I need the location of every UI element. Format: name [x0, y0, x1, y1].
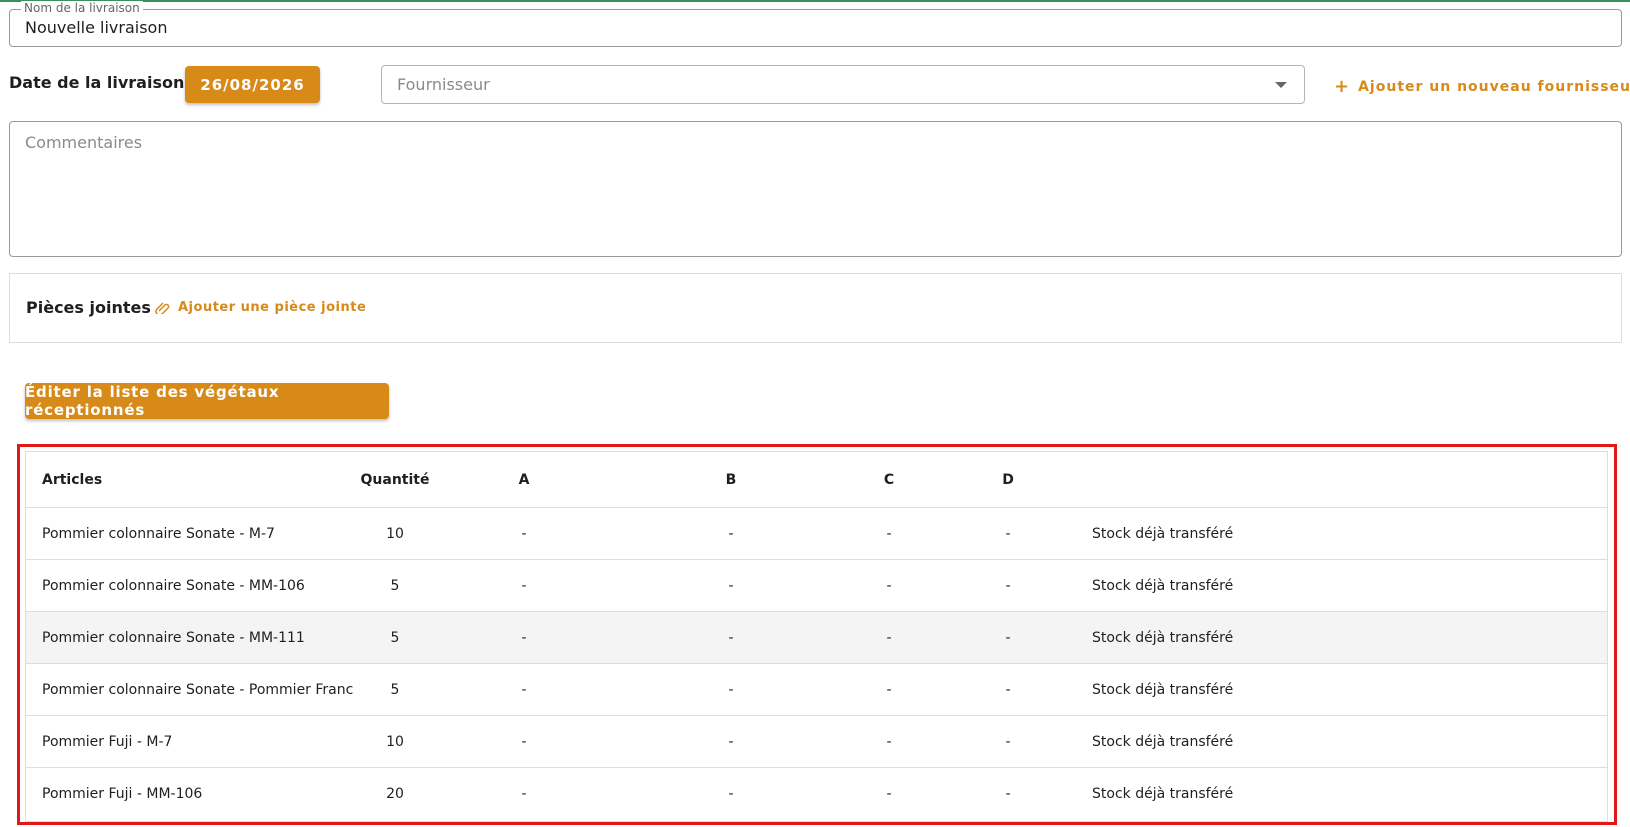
header-status: [1087, 452, 1607, 508]
chevron-down-icon[interactable]: [1275, 82, 1287, 88]
paperclip-icon: [155, 301, 170, 314]
header-b: B: [613, 452, 849, 508]
cell-status: Stock déjà transféré: [1087, 559, 1607, 612]
header-articles: Articles: [26, 452, 355, 508]
header-a: A: [435, 452, 613, 508]
header-quantity: Quantité: [355, 452, 435, 508]
cell-c: -: [849, 663, 929, 716]
cell-a: -: [435, 611, 613, 664]
cell-d: -: [929, 611, 1087, 664]
cell-c: -: [849, 611, 929, 664]
comments-textarea[interactable]: Commentaires: [9, 121, 1622, 257]
delivery-date-label: Date de la livraison:: [9, 73, 191, 92]
delivery-name-label: Nom de la livraison: [21, 1, 143, 15]
cell-d: -: [929, 715, 1087, 768]
cell-c: -: [886, 785, 892, 802]
cell-a: -: [435, 507, 613, 560]
cell-b: -: [613, 663, 849, 716]
delivery-name-field[interactable]: Nom de la livraison Nouvelle livraison: [9, 1, 1622, 47]
cell-article: Pommier colonnaire Sonate - Pommier Fran…: [26, 663, 355, 716]
table-row[interactable]: Pommier Fuji - M-7 10 - - - - Stock déjà…: [26, 715, 1607, 768]
cell-a: -: [435, 559, 613, 612]
cell-b: -: [613, 559, 849, 612]
cell-article: Pommier Fuji - MM-106: [42, 785, 203, 802]
cell-b: -: [613, 611, 849, 664]
cell-article: Pommier colonnaire Sonate - MM-111: [26, 611, 355, 664]
cell-article: Pommier colonnaire Sonate - MM-106: [26, 559, 355, 612]
cell-b: -: [613, 507, 849, 560]
cell-d: -: [929, 507, 1087, 560]
attachments-title: Pièces jointes: [26, 298, 151, 317]
cell-status: Stock déjà transféré: [1087, 507, 1607, 560]
cell-status: Stock déjà transféré: [1087, 611, 1607, 664]
cell-quantity: 10: [355, 715, 435, 768]
cell-c: -: [849, 559, 929, 612]
cell-status: Stock déjà transféré: [1087, 715, 1607, 768]
cell-status: Stock déjà transféré: [1092, 785, 1234, 802]
cell-article: Pommier colonnaire Sonate - M-7: [26, 507, 355, 560]
header-d: D: [929, 452, 1087, 508]
supplier-select[interactable]: Fournisseur: [381, 65, 1305, 104]
cell-a: -: [435, 715, 613, 768]
delivery-date-button[interactable]: 26/08/2026: [185, 66, 320, 103]
cell-c: -: [849, 507, 929, 560]
add-attachment-label: Ajouter une pièce jointe: [178, 300, 367, 315]
edit-plant-list-button[interactable]: Éditer la liste des végétaux réceptionné…: [25, 383, 389, 419]
table-row[interactable]: Pommier colonnaire Sonate - Pommier Fran…: [26, 663, 1607, 716]
table-row[interactable]: Pommier colonnaire Sonate - M-7 10 - - -…: [26, 507, 1607, 560]
top-accent-line: [0, 0, 1630, 2]
supplier-placeholder: Fournisseur: [397, 75, 490, 94]
table-header-row: Articles Quantité A B C D: [26, 452, 1607, 508]
cell-article: Pommier Fuji - M-7: [26, 715, 355, 768]
cell-a: -: [521, 785, 527, 802]
cell-a: -: [435, 663, 613, 716]
cell-status: Stock déjà transféré: [1087, 663, 1607, 716]
cell-quantity: 5: [355, 663, 435, 716]
cell-quantity: 5: [355, 611, 435, 664]
cell-b: -: [613, 715, 849, 768]
add-supplier-button[interactable]: + Ajouter un nouveau fournisseur: [1334, 75, 1630, 97]
cell-b: -: [728, 785, 734, 802]
add-supplier-label: Ajouter un nouveau fournisseur: [1358, 79, 1630, 95]
cell-quantity: 10: [355, 507, 435, 560]
comments-placeholder: Commentaires: [25, 133, 143, 152]
delivery-name-value[interactable]: Nouvelle livraison: [25, 18, 167, 38]
table-row[interactable]: Pommier colonnaire Sonate - MM-106 5 - -…: [26, 559, 1607, 612]
plus-icon: +: [1334, 76, 1351, 97]
attachments-panel: Pièces jointes Ajouter une pièce jointe: [9, 273, 1622, 343]
cell-d: -: [1005, 785, 1011, 802]
cell-quantity: 5: [355, 559, 435, 612]
cell-c: -: [849, 715, 929, 768]
received-plants-table: Articles Quantité A B C D Pommier colonn…: [25, 451, 1608, 822]
add-attachment-button[interactable]: Ajouter une pièce jointe: [155, 300, 366, 315]
cell-quantity: 20: [386, 785, 404, 802]
cell-d: -: [929, 559, 1087, 612]
cell-d: -: [929, 663, 1087, 716]
header-c: C: [849, 452, 929, 508]
table-row[interactable]: Pommier Fuji - MM-106 20 - - - - Stock d…: [26, 768, 1607, 820]
table-row[interactable]: Pommier colonnaire Sonate - MM-111 5 - -…: [26, 611, 1607, 664]
